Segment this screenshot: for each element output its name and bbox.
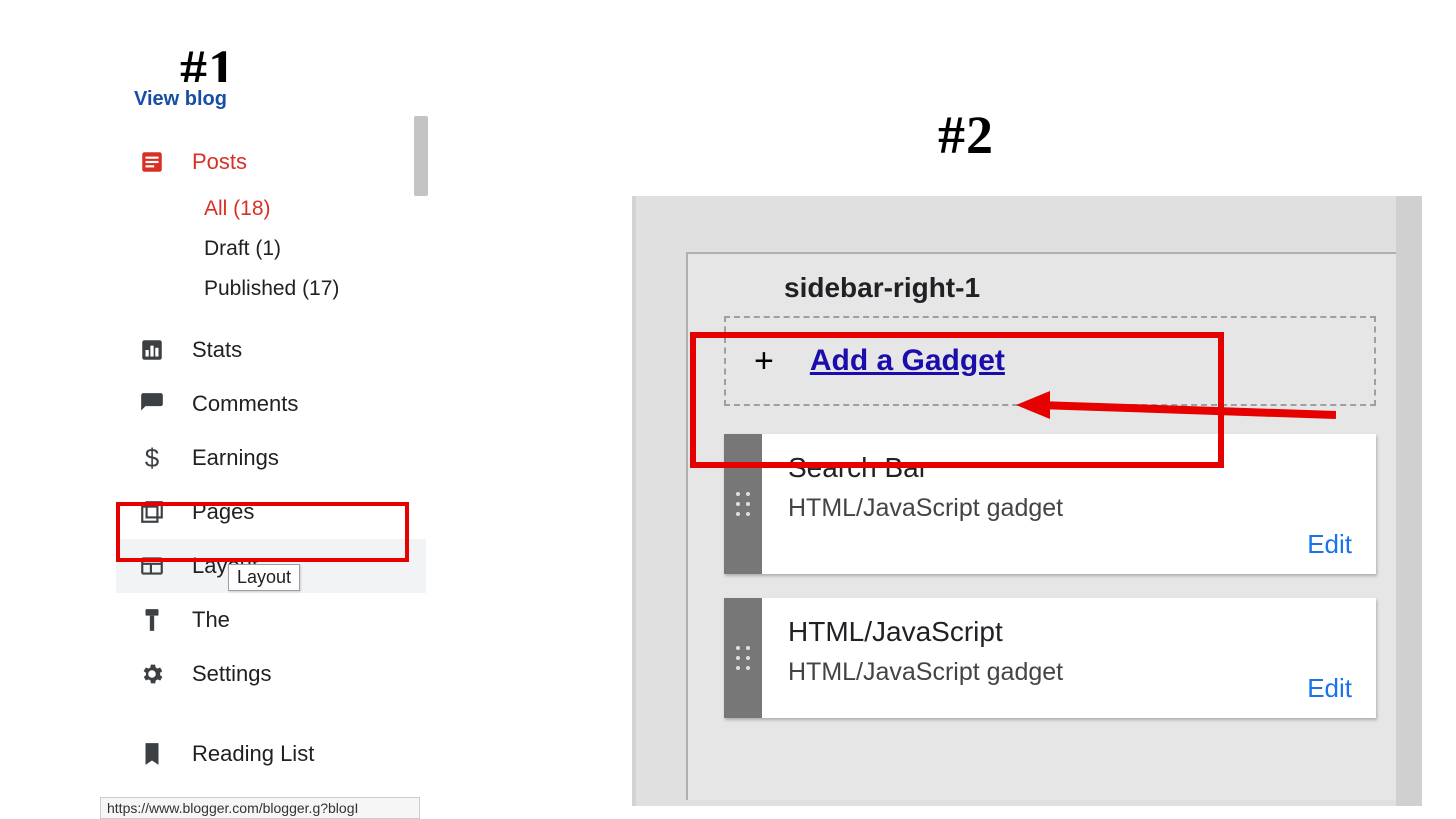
sidebar-label-pages: Pages	[192, 499, 254, 525]
sidebar-label-theme: The	[192, 607, 230, 633]
sidebar-item-earnings[interactable]: $ Earnings	[116, 431, 426, 485]
sub-item-all[interactable]: All (18)	[204, 189, 426, 229]
sidebar-item-settings[interactable]: Settings	[116, 647, 426, 701]
sidebar-label-earnings: Earnings	[192, 445, 279, 471]
browser-status-bar: https://www.blogger.com/blogger.g?blogI	[100, 797, 420, 819]
earnings-icon: $	[138, 444, 166, 472]
theme-icon	[138, 606, 166, 634]
step-2-label: #2	[938, 104, 994, 166]
layout-section-sidebar-right: sidebar-right-1 + Add a Gadget Search Ba…	[686, 252, 1396, 800]
gadget-drag-handle[interactable]	[724, 434, 762, 574]
gadget-subtitle: HTML/JavaScript gadget	[788, 494, 1350, 523]
sidebar-label-reading: Reading List	[192, 741, 314, 767]
reading-list-icon	[138, 740, 166, 768]
posts-icon	[138, 148, 166, 176]
nav-separator	[116, 701, 426, 727]
layout-icon	[138, 552, 166, 580]
sidebar-nav: Posts All (18) Draft (1) Published (17) …	[116, 111, 426, 819]
layout-tooltip: Layout	[228, 564, 300, 591]
add-gadget-label: Add a Gadget	[810, 344, 1005, 378]
view-blog-link[interactable]: View blog	[116, 82, 426, 111]
pages-icon	[138, 498, 166, 526]
gadget-title: HTML/JavaScript	[788, 616, 1350, 648]
sidebar-item-theme[interactable]: The	[116, 593, 426, 647]
gadget-subtitle: HTML/JavaScript gadget	[788, 658, 1350, 687]
blogger-sidebar: View blog Posts All (18) Draft (1) Publi…	[116, 82, 426, 802]
sidebar-label-comments: Comments	[192, 391, 298, 417]
gadget-card-html-js[interactable]: HTML/JavaScript HTML/JavaScript gadget E…	[724, 598, 1376, 718]
layout-editor-panel: sidebar-right-1 + Add a Gadget Search Ba…	[632, 196, 1422, 806]
sidebar-scrollbar[interactable]	[414, 116, 428, 196]
sub-item-published[interactable]: Published (17)	[204, 269, 426, 309]
sidebar-item-reading-list[interactable]: Reading List	[116, 727, 426, 781]
layout-section-title: sidebar-right-1	[784, 272, 1376, 304]
layout-panel-scrollbar[interactable]	[1396, 196, 1422, 806]
gadget-edit-link[interactable]: Edit	[1307, 673, 1352, 704]
sidebar-label-posts: Posts	[192, 149, 247, 175]
sidebar-item-comments[interactable]: Comments	[116, 377, 426, 431]
sidebar-label-stats: Stats	[192, 337, 242, 363]
gadget-title: Search Bar	[788, 452, 1350, 484]
sub-item-draft[interactable]: Draft (1)	[204, 229, 426, 269]
gadget-card-search-bar[interactable]: Search Bar HTML/JavaScript gadget Edit	[724, 434, 1376, 574]
add-gadget-button[interactable]: + Add a Gadget	[724, 316, 1376, 406]
sidebar-item-stats[interactable]: Stats	[116, 323, 426, 377]
sidebar-label-settings: Settings	[192, 661, 272, 687]
posts-sublist: All (18) Draft (1) Published (17)	[116, 189, 426, 323]
sidebar-item-pages[interactable]: Pages	[116, 485, 426, 539]
settings-icon	[138, 660, 166, 688]
plus-icon: +	[754, 342, 774, 381]
gadget-edit-link[interactable]: Edit	[1307, 529, 1352, 560]
stats-icon	[138, 336, 166, 364]
sidebar-item-posts[interactable]: Posts	[116, 135, 426, 189]
comments-icon	[138, 390, 166, 418]
gadget-drag-handle[interactable]	[724, 598, 762, 718]
